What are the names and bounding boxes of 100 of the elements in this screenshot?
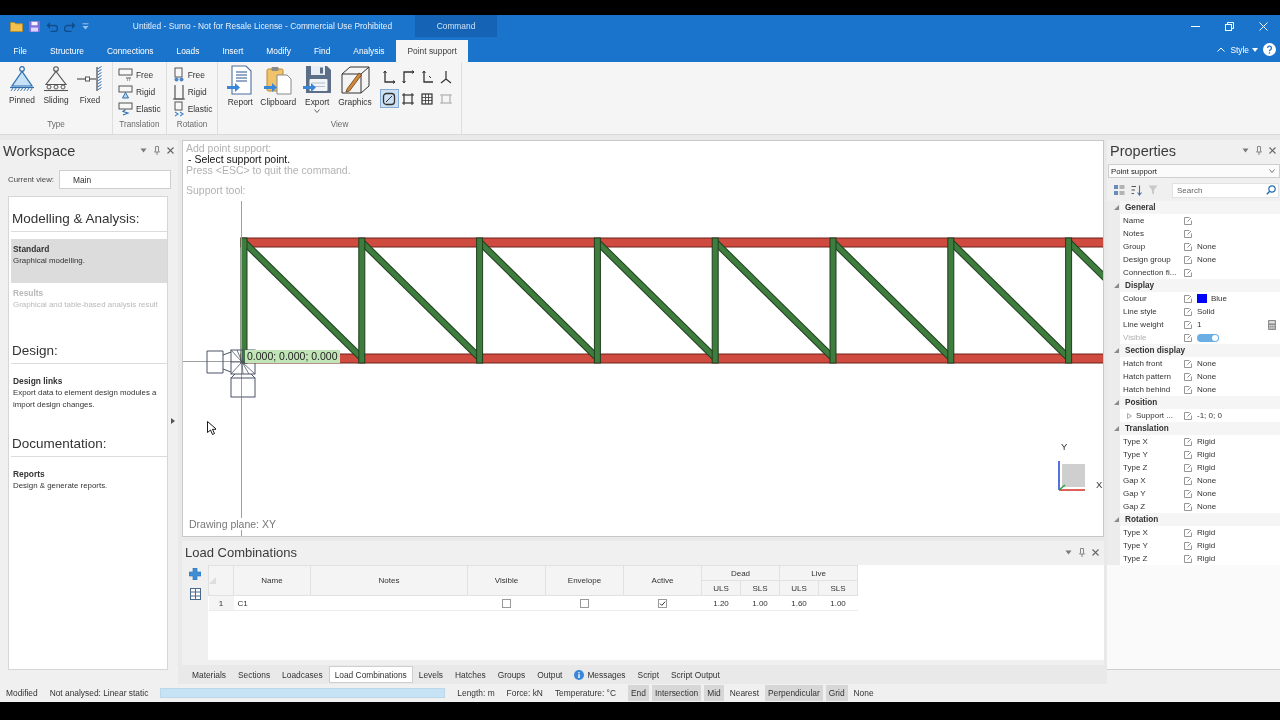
edit-icon[interactable]	[1184, 242, 1192, 251]
ribbon-button[interactable]: Rigid	[118, 83, 161, 100]
ribbon-button[interactable]: Pinned	[5, 65, 39, 105]
calculator-icon[interactable]	[1268, 319, 1276, 330]
ribbon-tab[interactable]: Point support	[396, 40, 469, 62]
ribbon-button[interactable]: Free	[171, 66, 213, 83]
caret-down-icon[interactable]	[82, 22, 89, 30]
snap-toggle[interactable]: Nearest	[726, 685, 763, 701]
snap-toggle[interactable]: None	[850, 685, 877, 701]
view-tool-button[interactable]	[379, 89, 399, 108]
snap-toggle[interactable]: Mid	[704, 685, 724, 701]
panel-tab[interactable]: Sections	[232, 666, 277, 683]
column-header[interactable]: Notes	[310, 565, 468, 596]
edit-icon[interactable]	[1184, 476, 1192, 485]
snap-toggle[interactable]: End	[628, 685, 649, 701]
edit-icon[interactable]	[1184, 229, 1192, 238]
column-header[interactable]: Name	[233, 565, 311, 596]
column-header[interactable]: Active	[623, 565, 702, 596]
snap-toggle[interactable]: Grid	[825, 685, 848, 701]
pin-icon[interactable]	[1079, 547, 1085, 557]
edit-icon[interactable]	[1184, 450, 1192, 459]
ribbon-tab[interactable]: Modify	[254, 40, 303, 62]
edit-icon[interactable]	[1184, 216, 1192, 225]
expanded-triangle-icon[interactable]	[1114, 205, 1119, 210]
edit-icon[interactable]	[1184, 372, 1192, 381]
edit-icon[interactable]	[1184, 359, 1192, 368]
edit-icon[interactable]	[1184, 411, 1192, 420]
panel-tab[interactable]: Groups	[491, 666, 532, 683]
ribbon-tab[interactable]: Structure	[38, 40, 96, 62]
checkbox[interactable]	[502, 598, 511, 608]
panel-tab[interactable]: Hatches	[449, 666, 492, 683]
expanded-triangle-icon[interactable]	[1114, 426, 1119, 431]
table-icon[interactable]	[189, 588, 201, 600]
ribbon-button[interactable]: Free	[118, 66, 161, 83]
expanded-triangle-icon[interactable]	[1114, 348, 1119, 353]
snap-toggle[interactable]: Intersection	[651, 685, 702, 701]
panel-tab[interactable]: Script Output	[664, 666, 726, 683]
unit-label[interactable]: Length: m	[457, 688, 495, 698]
edit-icon[interactable]	[1184, 333, 1192, 342]
ribbon-tab[interactable]: Connections	[95, 40, 166, 62]
expanded-triangle-icon[interactable]	[1114, 283, 1119, 288]
expanded-triangle-icon[interactable]	[1114, 400, 1119, 405]
edit-icon[interactable]	[1184, 489, 1192, 498]
search-field[interactable]: Search	[1172, 182, 1279, 198]
checkbox[interactable]	[580, 598, 589, 608]
categorized-icon[interactable]	[1114, 184, 1125, 196]
edit-icon[interactable]	[1184, 502, 1192, 511]
caret-down-icon[interactable]	[140, 148, 147, 153]
ribbon-button[interactable]: Graphics	[335, 65, 375, 107]
close-icon[interactable]	[1092, 548, 1099, 556]
panel-tab[interactable]: Materials	[186, 666, 232, 683]
close-icon[interactable]	[167, 147, 174, 154]
pin-icon[interactable]	[1256, 146, 1262, 155]
edit-icon[interactable]	[1184, 294, 1192, 303]
edit-icon[interactable]	[1184, 463, 1192, 472]
drawing-canvas[interactable]: 0.000; 0.000; 0.000 Add point support: - Select support point. Press <ESC> to quit the command. Support tool: Y X Drawing plane: XY	[182, 140, 1104, 537]
panel-tab[interactable]: Messages	[568, 666, 632, 683]
ribbon-tab[interactable]: File	[2, 40, 39, 62]
panel-tab[interactable]: Load Combinations	[328, 666, 413, 683]
ribbon-tab[interactable]: Find	[302, 40, 342, 62]
caret-down-icon[interactable]	[1242, 148, 1249, 153]
pin-icon[interactable]	[154, 146, 160, 155]
caret-down-icon[interactable]	[1065, 549, 1072, 555]
ribbon-button[interactable]: Sliding	[39, 65, 73, 105]
snap-toggle[interactable]: Perpendicular	[765, 685, 823, 701]
unit-label[interactable]: Force: kN	[506, 688, 543, 698]
restore-icon[interactable]	[1224, 21, 1234, 31]
edit-icon[interactable]	[1184, 528, 1192, 537]
unit-label[interactable]: Temperature: °C	[554, 688, 616, 698]
edit-icon[interactable]	[1184, 320, 1192, 329]
search-icon[interactable]	[1266, 184, 1276, 195]
panel-tab[interactable]: Levels	[412, 666, 449, 683]
ribbon-button[interactable]: Rigid	[171, 83, 213, 100]
panel-tab[interactable]: Loadcases	[276, 666, 329, 683]
close-icon[interactable]	[1269, 147, 1276, 154]
edit-icon[interactable]	[1184, 255, 1192, 264]
ribbon-tab[interactable]: Insert	[210, 40, 255, 62]
ribbon-button[interactable]: Elastic	[118, 100, 161, 117]
view-dropdown[interactable]: Main	[58, 170, 171, 189]
edit-icon[interactable]	[1184, 541, 1192, 550]
expand-arrow-icon[interactable]	[171, 418, 175, 424]
checkbox[interactable]	[658, 598, 667, 608]
collapsed-triangle-icon[interactable]	[1127, 412, 1132, 419]
style-menu[interactable]: Style	[1230, 44, 1258, 55]
panel-tab[interactable]: Output	[531, 666, 569, 683]
ribbon-button[interactable]: Elastic	[171, 100, 213, 117]
edit-icon[interactable]	[1184, 385, 1192, 394]
ribbon-button[interactable]: Fixed	[73, 65, 107, 105]
truss-drawing[interactable]	[239, 236, 1103, 365]
sort-icon[interactable]	[1131, 184, 1142, 196]
ribbon-button[interactable]: Report	[223, 65, 258, 107]
edit-icon[interactable]	[1184, 437, 1192, 446]
panel-tab[interactable]: Script	[631, 666, 665, 683]
edit-icon[interactable]	[1184, 307, 1192, 316]
expanded-triangle-icon[interactable]	[1114, 517, 1119, 522]
help-icon[interactable]	[1263, 43, 1276, 56]
ribbon-button[interactable]: Clipboard	[257, 65, 300, 107]
edit-icon[interactable]	[1184, 554, 1192, 563]
ribbon-button[interactable]: Export	[299, 65, 336, 113]
folder-icon[interactable]	[10, 20, 23, 32]
